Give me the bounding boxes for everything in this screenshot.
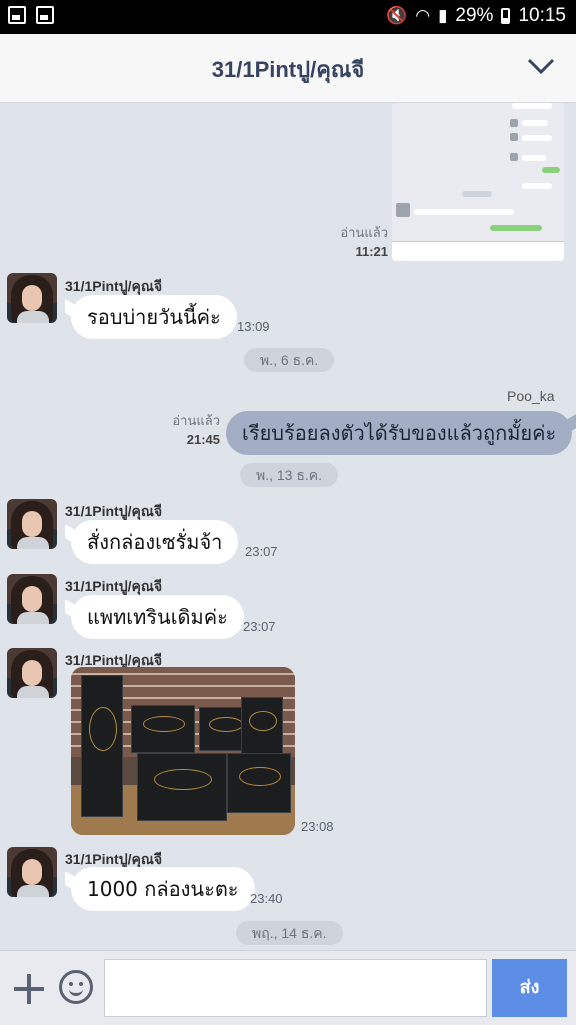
chevron-down-icon[interactable] — [526, 54, 556, 78]
screenshot-notification-icon — [36, 6, 54, 24]
send-button[interactable]: ส่ง — [492, 959, 567, 1017]
contact-avatar[interactable] — [7, 847, 57, 897]
chat-title: 31/1Pintปู/คุณจี — [211, 57, 365, 82]
outgoing-message-bubble[interactable]: เรียบร้อยลงตัวได้รับของแล้วถูกมั้ยค่ะ — [226, 411, 573, 455]
message-bubble[interactable]: 1000 กล่องนะตะ — [71, 867, 255, 911]
message-time: 23:40 — [250, 891, 283, 906]
message-bubble[interactable]: รอบบ่ายวันนี้ค่ะ — [71, 295, 237, 339]
contact-avatar[interactable] — [7, 499, 57, 549]
message-time: 23:07 — [243, 619, 276, 634]
message-time: 21:45 — [186, 432, 220, 447]
wifi-icon: ◠ — [415, 6, 431, 25]
contact-avatar[interactable] — [7, 574, 57, 624]
read-status: อ่านแล้ว 21:45 — [150, 411, 220, 449]
signal-icon: ▮ — [438, 6, 448, 25]
contact-avatar[interactable] — [7, 273, 57, 323]
battery-percent: 29% — [455, 5, 494, 26]
message-time: 23:08 — [301, 819, 334, 834]
message-input[interactable] — [104, 959, 487, 1017]
preview-read-status: อ่านแล้ว 11:21 — [330, 223, 388, 261]
clock: 10:15 — [518, 5, 566, 26]
contact-avatar[interactable] — [7, 648, 57, 698]
emoji-icon[interactable] — [59, 970, 93, 1004]
message-time: 13:09 — [237, 319, 270, 334]
gallery-notification-icon — [8, 6, 26, 24]
shared-screenshot-image[interactable] — [392, 103, 564, 261]
product-photo[interactable] — [71, 667, 295, 835]
message-bubble[interactable]: สั่งกล่องเซรั่มจ้า — [71, 520, 239, 564]
chat-header: 31/1Pintปู/คุณจี — [0, 34, 576, 103]
message-time: 23:07 — [245, 544, 278, 559]
status-bar: 🔇 ◠ ▮ 29% 10:15 — [0, 0, 576, 34]
message-input-bar: ส่ง — [0, 950, 576, 1025]
read-label: อ่านแล้ว — [172, 413, 220, 428]
mute-icon: 🔇 — [386, 6, 408, 25]
date-separator: พ., 6 ธ.ค. — [244, 348, 335, 372]
sender-name-self: Poo_ka — [507, 388, 555, 404]
preview-input-strip — [392, 241, 564, 261]
battery-icon — [501, 8, 511, 24]
chat-area[interactable]: อ่านแล้ว 11:21 31/1Pintปู/คุณจี รอบบ่ายว… — [0, 103, 576, 950]
date-separator: พ., 13 ธ.ค. — [240, 463, 339, 487]
preview-time: 11:21 — [355, 244, 388, 259]
date-separator: พฤ., 14 ธ.ค. — [236, 921, 343, 945]
read-label: อ่านแล้ว — [340, 225, 388, 240]
add-attachment-button[interactable] — [12, 972, 46, 1006]
message-bubble[interactable]: แพทเทรินเดิมค่ะ — [71, 595, 244, 639]
